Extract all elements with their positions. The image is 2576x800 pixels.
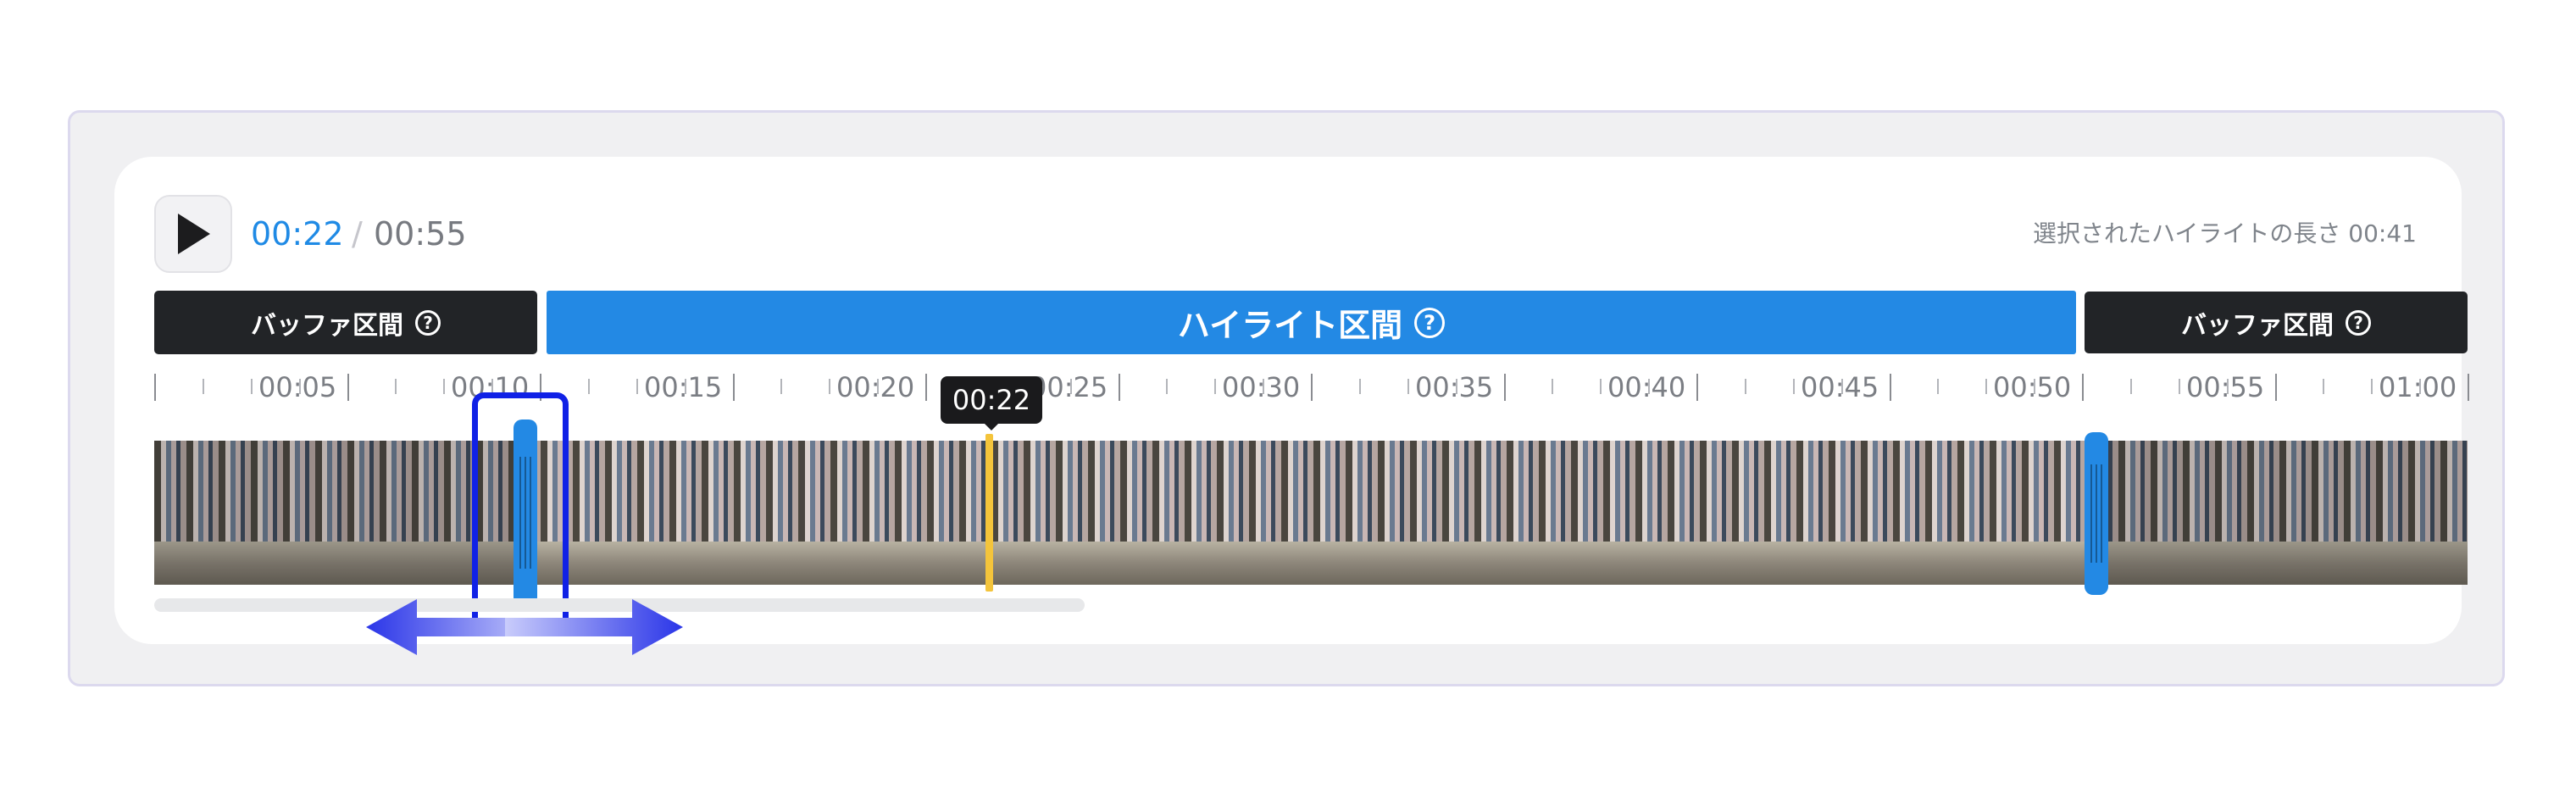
ruler-minor-tick <box>2323 379 2324 394</box>
ruler-minor-tick <box>443 379 445 394</box>
ruler-major-tick <box>1119 374 1120 401</box>
ruler-major-tick <box>2468 374 2469 401</box>
play-button[interactable] <box>154 195 232 273</box>
ruler-minor-tick <box>829 379 830 394</box>
ruler-label: 00:05 <box>258 371 337 403</box>
ruler-minor-tick <box>1214 379 1216 394</box>
highlight-zone-label: ハイライト区間 <box>1177 307 1403 344</box>
ruler-label: 00:35 <box>1415 371 1494 403</box>
question-circle-icon[interactable]: ? <box>2346 309 2371 336</box>
ruler-minor-tick <box>203 379 204 394</box>
highlight-length-label: 選択されたハイライトの長さ 00:41 <box>2032 219 2417 247</box>
question-circle-icon[interactable]: ? <box>415 309 441 336</box>
buffer-overlay-right <box>2100 441 2468 585</box>
ruler-minor-tick <box>1793 379 1795 394</box>
ruler-minor-tick <box>251 379 253 394</box>
question-circle-icon[interactable]: ? <box>1414 307 1446 338</box>
ruler-major-tick <box>2275 374 2277 401</box>
ruler-label: 01:00 <box>2379 371 2457 403</box>
ruler-minor-tick <box>1359 379 1361 394</box>
ruler-major-tick <box>1504 374 1506 401</box>
ruler-minor-tick <box>1407 379 1409 394</box>
ruler-minor-tick <box>1166 379 1168 394</box>
ruler-label: 00:50 <box>1993 371 2072 403</box>
buffer-zone-left: バッファ区間 ? <box>154 291 537 354</box>
highlight-end-handle[interactable] <box>2085 432 2108 595</box>
ruler-major-tick <box>1696 374 1698 401</box>
buffer-overlay-left <box>154 441 514 585</box>
ruler-minor-tick <box>1600 379 1602 394</box>
buffer-zone-right-label: バッファ区間 <box>2181 310 2334 341</box>
current-time: 00:22 <box>251 215 344 253</box>
ruler-label: 00:20 <box>836 371 915 403</box>
playhead-tooltip: 00:22 <box>941 376 1042 431</box>
ruler-major-tick <box>733 374 735 401</box>
ruler-label: 00:40 <box>1607 371 1686 403</box>
ruler-major-tick <box>1311 374 1313 401</box>
start-handle-focus-ring <box>472 392 569 633</box>
play-icon <box>178 214 210 254</box>
ruler-minor-tick <box>780 379 782 394</box>
ruler-label: 00:30 <box>1222 371 1301 403</box>
ruler-major-tick <box>925 374 927 401</box>
ruler-major-tick <box>2082 374 2084 401</box>
ruler-minor-tick <box>1745 379 1746 394</box>
ruler-major-tick <box>1890 374 1891 401</box>
ruler-major-tick <box>154 374 156 401</box>
buffer-zone-left-label: バッファ区間 <box>251 310 403 341</box>
ruler-label: 00:15 <box>644 371 723 403</box>
ruler-minor-tick <box>2130 379 2132 394</box>
ruler-major-tick <box>347 374 349 401</box>
ruler-label: 00:45 <box>1801 371 1879 403</box>
ruler-minor-tick <box>636 379 638 394</box>
buffer-zone-right: バッファ区間 ? <box>2085 292 2468 353</box>
ruler-minor-tick <box>2179 379 2180 394</box>
ruler-minor-tick <box>2371 379 2373 394</box>
highlight-zone: ハイライト区間 ? <box>547 291 2076 354</box>
drag-right-arrow-icon <box>505 599 683 655</box>
ruler-minor-tick <box>1937 379 1939 394</box>
ruler-minor-tick <box>1552 379 1553 394</box>
ruler-label: 00:55 <box>2186 371 2265 403</box>
ruler-minor-tick <box>395 379 397 394</box>
total-time: 00:55 <box>374 215 467 253</box>
time-separator: / <box>352 215 363 253</box>
playhead[interactable] <box>985 434 993 592</box>
ruler-minor-tick <box>588 379 590 394</box>
ruler-minor-tick <box>1985 379 1987 394</box>
